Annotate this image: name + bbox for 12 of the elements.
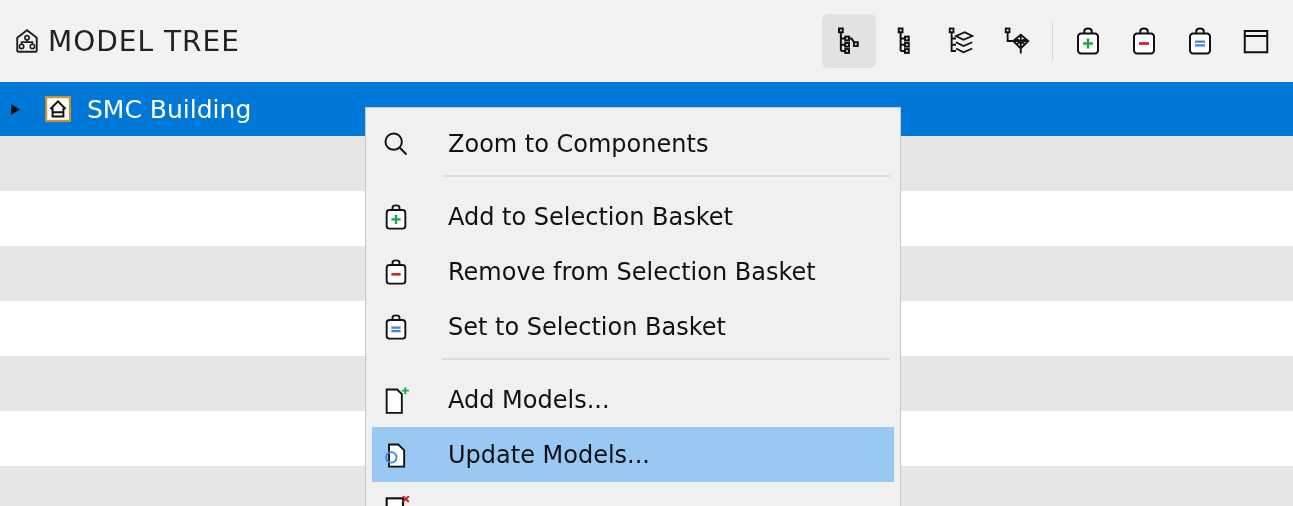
menu-item[interactable]: Add Models... xyxy=(372,372,894,427)
tree-network-icon xyxy=(1002,26,1032,56)
layers-tree-icon xyxy=(946,26,976,56)
panel-title: MODEL TREE xyxy=(48,24,240,58)
expand-arrow-icon[interactable] xyxy=(10,103,21,115)
model-tree-icon xyxy=(14,28,40,54)
menu-item[interactable]: Add to Selection Basket xyxy=(372,189,894,244)
menu-item[interactable]: Update Models... xyxy=(372,427,894,482)
menu-item[interactable]: Zoom to Components xyxy=(372,116,894,171)
tree-button[interactable] xyxy=(822,14,876,68)
building-icon xyxy=(45,96,71,122)
menu-item[interactable]: Set to Selection Basket xyxy=(372,299,894,354)
